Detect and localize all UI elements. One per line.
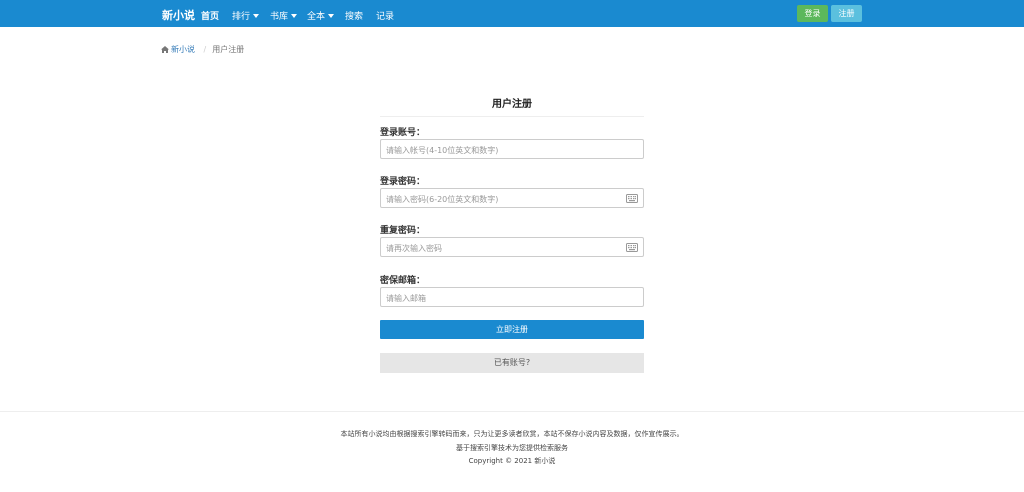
keyboard-icon[interactable] [626,243,638,252]
email-label: 密保邮箱： [380,276,426,286]
keyboard-icon[interactable] [626,194,638,203]
breadcrumb-home[interactable]: 新小说 [161,45,198,54]
top-navbar: 新小说 首页 排行 书库 全本 搜索 记录 登录 注册 [0,0,1024,27]
caret-down-icon [291,14,298,18]
repeat-password-label: 重复密码： [380,226,426,236]
breadcrumb-current: 用户注册 [212,45,245,54]
footer-copyright: Copyright © 2021 新小说 [468,457,556,465]
nav-library[interactable]: 书库 [270,9,298,22]
email-placeholder: 请输入邮箱 [386,294,426,303]
footer-disclaimer: 本站所有小说均由根据搜索引擎转码而来，只为让更多读者欣赏，本站不保存小说内容及数… [340,430,684,438]
divider [380,116,644,117]
nav-home[interactable]: 首页 [201,9,219,22]
account-placeholder: 请输入帐号(4-10位英文和数字) [386,146,499,155]
caret-down-icon [253,14,260,18]
site-brand[interactable]: 新小说 [162,7,195,23]
footer-service: 基于搜索引擎技术为您提供检索服务 [456,444,568,452]
footer-divider [0,411,1024,412]
password-label: 登录密码： [380,177,426,187]
login-button[interactable]: 登录 [797,5,828,22]
password-placeholder: 请输入密码(6-20位英文和数字) [386,195,499,204]
email-input[interactable]: 请输入邮箱 [380,287,644,307]
account-label: 登录账号： [380,128,426,138]
nav-complete[interactable]: 全本 [307,9,335,22]
breadcrumb: 新小说 / 用户注册 [161,44,244,55]
breadcrumb-separator: / [203,45,207,54]
nav-history[interactable]: 记录 [376,9,394,22]
repeat-password-placeholder: 请再次输入密码 [386,244,442,253]
form-title: 用户注册 [492,99,532,110]
nav-ranking[interactable]: 排行 [232,9,260,22]
register-button[interactable]: 注册 [831,5,862,22]
password-input[interactable]: 请输入密码(6-20位英文和数字) [380,188,644,208]
submit-register-button[interactable]: 立即注册 [380,320,644,339]
account-input[interactable]: 请输入帐号(4-10位英文和数字) [380,139,644,159]
has-account-button[interactable]: 已有账号? [380,353,644,373]
home-icon [161,46,169,53]
nav-search[interactable]: 搜索 [345,9,363,22]
repeat-password-input[interactable]: 请再次输入密码 [380,237,644,257]
caret-down-icon [328,14,335,18]
